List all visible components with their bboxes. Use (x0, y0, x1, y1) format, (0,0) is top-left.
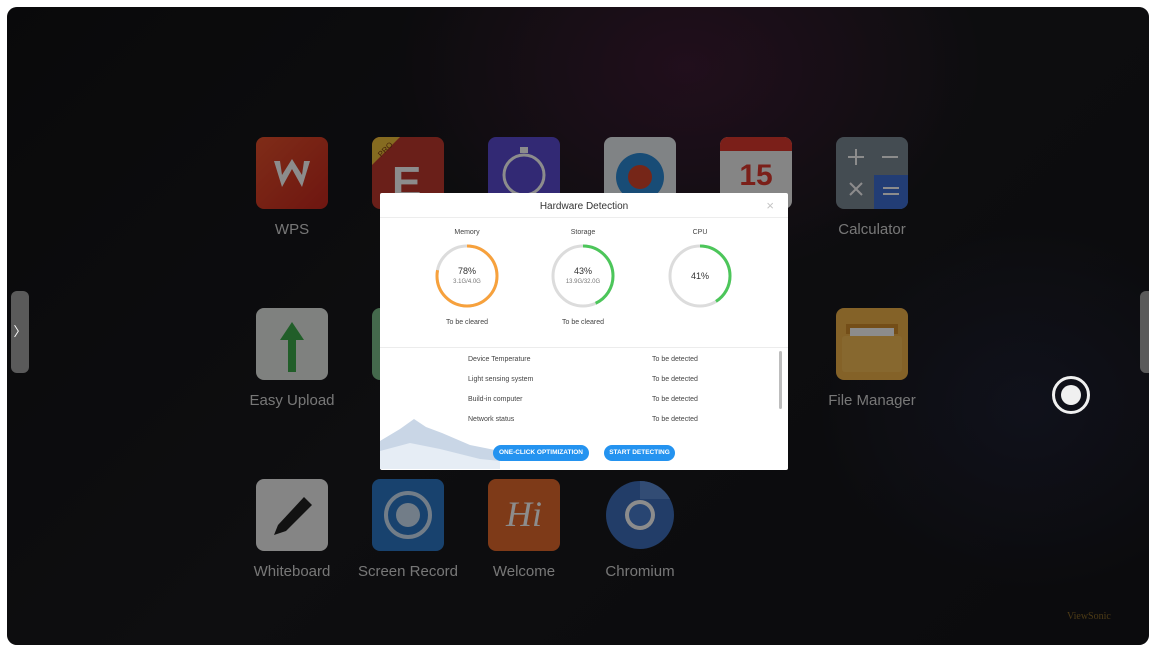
gauge-name: Memory (454, 229, 480, 236)
divider (380, 217, 788, 218)
row-label: Build-in computer (468, 396, 523, 403)
row-label: Network status (468, 416, 515, 423)
memory-gauge: Memory 78% 3.1G/4.0G To be cleared (417, 229, 517, 326)
gauge-detail: 13.9G/32.0G (566, 279, 601, 285)
left-edge-tab[interactable]: 〉 (11, 291, 29, 373)
gauge-status: To be cleared (561, 319, 605, 326)
divider (380, 347, 788, 348)
cpu-gauge: CPU 41% (650, 229, 750, 319)
row-value: To be detected (652, 396, 698, 403)
one-click-optimization-button[interactable]: ONE-CLICK OPTIMIZATION (493, 445, 589, 461)
list-scrollbar[interactable] (779, 351, 782, 409)
dialog-title: Hardware Detection (539, 201, 629, 212)
start-detecting-button[interactable]: START DETECTING (604, 445, 675, 461)
gauge-status: To be cleared (445, 319, 489, 326)
hardware-detection-dialog: Hardware Detection × Memory 78% 3.1G/4.0… (380, 193, 788, 470)
row-label: Device Temperature (468, 356, 531, 363)
gauge-name: Storage (570, 229, 596, 236)
row-value: To be detected (652, 416, 698, 423)
right-edge-tab[interactable]: 〈 (1140, 291, 1149, 373)
row-value: To be detected (652, 376, 698, 383)
cpu-ring: 41% (668, 244, 732, 308)
gauge-percent: 43% (574, 266, 592, 276)
floating-menu-button[interactable] (1052, 376, 1090, 414)
row-label: Light sensing system (468, 376, 534, 383)
gauge-detail: 3.1G/4.0G (453, 279, 481, 285)
storage-ring: 43% 13.9G/32.0G (551, 244, 615, 308)
storage-gauge: Storage 43% 13.9G/32.0G To be cleared (533, 229, 633, 326)
close-icon[interactable]: × (766, 198, 774, 213)
row-value: To be detected (652, 356, 698, 363)
memory-ring: 78% 3.1G/4.0G (435, 244, 499, 308)
brand-watermark: ViewSonic (1067, 611, 1111, 622)
gauge-percent: 41% (691, 271, 709, 281)
gauge-percent: 78% (458, 266, 476, 276)
gauge-name: CPU (692, 229, 708, 236)
